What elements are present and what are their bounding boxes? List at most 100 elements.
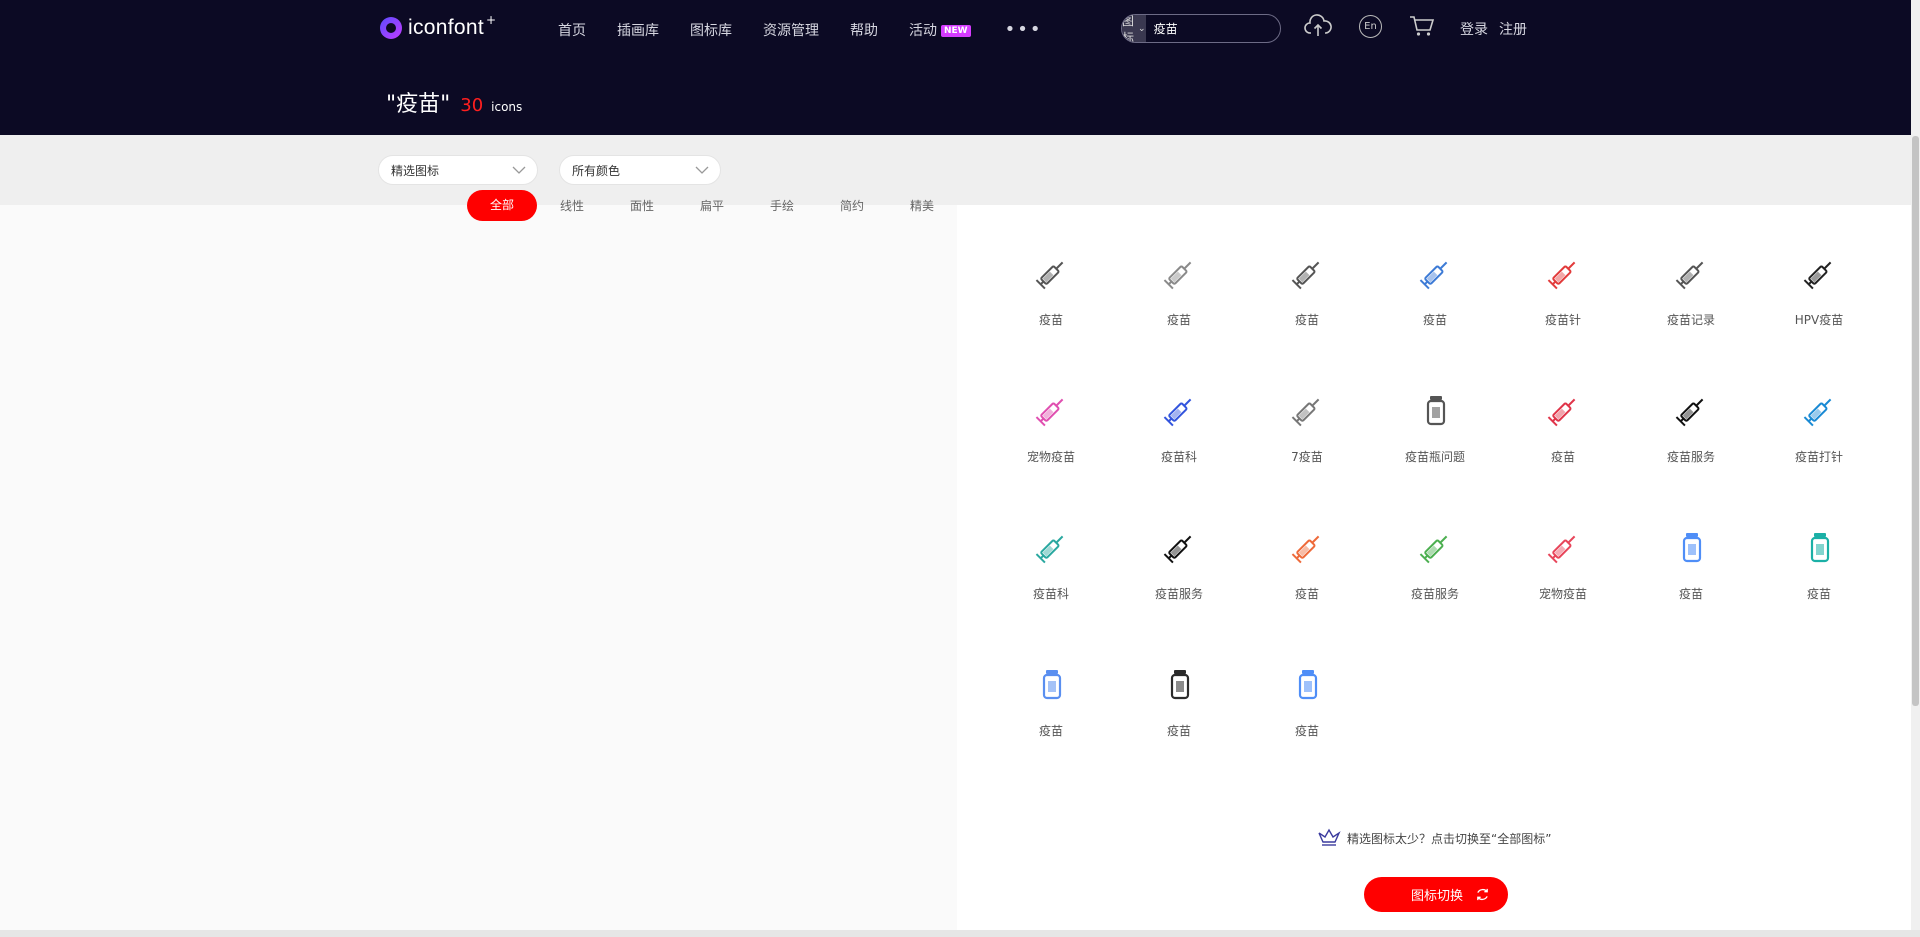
switch-button-label: 图标切换 <box>1411 889 1464 904</box>
tab-all[interactable]: 全部 <box>467 190 537 221</box>
icon-label: 疫苗 <box>1550 450 1575 464</box>
icon-label: 疫苗记录 <box>1666 313 1715 327</box>
search-result-title: "疫苗" 30 icons <box>386 86 522 118</box>
logo-text: iconfont <box>408 16 484 39</box>
icon-card[interactable]: 疫苗 <box>1124 205 1234 327</box>
icon-switch-button[interactable]: 图标切换 <box>1364 877 1508 912</box>
top-navigation: iconfont + 首页 插画库 图标库 资源管理 帮助 活动 NEW ••• … <box>380 12 1540 44</box>
tab-simple[interactable]: 简约 <box>817 197 887 214</box>
result-unit: icons <box>491 100 523 114</box>
icon-label: 疫苗 <box>1166 724 1191 738</box>
search-input[interactable] <box>1145 15 1280 42</box>
icon-label: 疫苗针 <box>1544 313 1581 327</box>
icon-card[interactable]: 疫苗服务 <box>1124 479 1234 601</box>
logo-icon <box>380 17 402 39</box>
crown-icon <box>1318 828 1341 846</box>
chevron-down-icon <box>695 166 709 174</box>
icon-card[interactable]: 疫苗 <box>1764 479 1874 601</box>
register-link[interactable]: 注册 <box>1499 19 1527 39</box>
icon-card[interactable]: HPV疫苗 <box>1764 205 1874 327</box>
icon-card[interactable]: 疫苗 <box>1380 205 1490 327</box>
color-filter-dropdown[interactable]: 所有颜色 <box>559 155 721 185</box>
login-link[interactable]: 登录 <box>1460 19 1488 39</box>
hint-text: 精选图标太少？点击切换至“全部图标” <box>1347 831 1552 846</box>
tab-exquisite[interactable]: 精美 <box>887 197 957 214</box>
nav-home[interactable]: 首页 <box>558 20 586 40</box>
icon-card[interactable]: 疫苗 <box>996 205 1106 327</box>
color-dropdown-label: 所有颜色 <box>572 163 621 178</box>
icon-card[interactable]: 疫苗服务 <box>1636 342 1746 464</box>
icon-label: 疫苗瓶问题 <box>1404 450 1465 464</box>
search-bar: 图标 ⌄ <box>1121 14 1281 43</box>
icon-label: 疫苗科 <box>1032 587 1069 601</box>
icon-label: 疫苗服务 <box>1410 587 1459 601</box>
icon-card[interactable]: 疫苗 <box>1252 479 1362 601</box>
chevron-down-icon: ⌄ <box>1138 23 1146 34</box>
icon-card[interactable]: 疫苗针 <box>1508 205 1618 327</box>
featured-icons-dropdown[interactable]: 精选图标 <box>378 155 538 185</box>
nav-icon-library[interactable]: 图标库 <box>690 20 732 40</box>
icon-label: 疫苗 <box>1038 724 1063 738</box>
icon-card[interactable]: 疫苗 <box>1508 342 1618 464</box>
icon-card[interactable]: 疫苗 <box>1252 205 1362 327</box>
icon-card[interactable]: 疫苗瓶问题 <box>1380 342 1490 464</box>
icon-card[interactable]: 疫苗 <box>996 616 1106 738</box>
icon-label: 疫苗打针 <box>1794 450 1843 464</box>
icon-card[interactable]: 疫苗记录 <box>1636 205 1746 327</box>
style-tabs: 全部 线性 面性 扁平 手绘 简约 精美 <box>467 190 957 221</box>
tab-hand-drawn[interactable]: 手绘 <box>747 197 817 214</box>
new-badge: NEW <box>941 25 971 37</box>
chevron-down-icon <box>512 166 526 174</box>
icon-label: 疫苗 <box>1038 313 1063 327</box>
scrollbar-thumb[interactable] <box>1912 136 1919 706</box>
icon-label: HPV疫苗 <box>1794 313 1844 327</box>
tab-solid[interactable]: 面性 <box>607 197 677 214</box>
icon-label: 疫苗科 <box>1160 450 1197 464</box>
icon-card[interactable]: 疫苗服务 <box>1380 479 1490 601</box>
search-type-label: 图标 <box>1122 14 1135 43</box>
icon-card[interactable]: 7疫苗 <box>1252 342 1362 464</box>
nav-activity[interactable]: 活动 NEW <box>909 20 971 40</box>
result-query: "疫苗" <box>386 92 451 117</box>
icon-card[interactable]: 疫苗科 <box>996 479 1106 601</box>
top-header: iconfont + 首页 插画库 图标库 资源管理 帮助 活动 NEW ••• … <box>0 0 1920 135</box>
tab-linear[interactable]: 线性 <box>537 197 607 214</box>
cloud-upload-icon[interactable] <box>1304 14 1332 42</box>
icon-label: 宠物疫苗 <box>1538 587 1587 601</box>
icon-label: 疫苗 <box>1678 587 1703 601</box>
result-count: 30 <box>460 95 484 116</box>
filter-bar <box>0 135 1920 205</box>
icon-results-panel: 疫苗疫苗疫苗疫苗疫苗针疫苗记录HPV疫苗疫苗宠物疫苗疫苗科7疫苗疫苗瓶问题疫苗疫… <box>957 205 1920 930</box>
bottom-edge <box>0 930 1920 937</box>
nav-help[interactable]: 帮助 <box>850 20 878 40</box>
language-switch-icon[interactable]: En <box>1359 15 1382 38</box>
logo-plus: + <box>485 13 497 27</box>
logo[interactable]: iconfont + <box>380 13 497 40</box>
refresh-icon <box>1477 888 1488 901</box>
icon-label: 疫苗 <box>1806 587 1831 601</box>
icon-label: 疫苗 <box>1294 724 1319 738</box>
featured-hint: 精选图标太少？点击切换至“全部图标” <box>1317 828 1551 848</box>
icon-label: 宠物疫苗 <box>1026 450 1075 464</box>
icon-card[interactable]: 疫苗 <box>1124 616 1234 738</box>
icon-label: 疫苗 <box>1294 587 1319 601</box>
cart-icon[interactable] <box>1409 15 1435 41</box>
icon-label: 疫苗 <box>1294 313 1319 327</box>
more-menu-icon[interactable]: ••• <box>1005 21 1043 39</box>
icon-label: 疫苗服务 <box>1666 450 1715 464</box>
icon-card[interactable]: 宠物疫苗 <box>996 342 1106 464</box>
tab-flat[interactable]: 扁平 <box>677 197 747 214</box>
icon-label: 疫苗 <box>1166 313 1191 327</box>
icon-card[interactable]: 疫苗 <box>1636 479 1746 601</box>
icon-card[interactable]: 疫苗 <box>1252 616 1362 738</box>
icon-label: 7疫苗 <box>1291 450 1323 464</box>
icon-card[interactable]: 疫苗科 <box>1124 342 1234 464</box>
nav-activity-label: 活动 <box>909 23 937 39</box>
nav-illustrations[interactable]: 插画库 <box>617 20 659 40</box>
icon-card[interactable]: 宠物疫苗 <box>1508 479 1618 601</box>
nav-resource-management[interactable]: 资源管理 <box>763 20 819 40</box>
icon-card[interactable]: 疫苗打针 <box>1764 342 1874 464</box>
search-type-select[interactable]: 图标 ⌄ <box>1122 15 1146 42</box>
featured-dropdown-label: 精选图标 <box>391 163 440 178</box>
icon-label: 疫苗服务 <box>1154 587 1203 601</box>
